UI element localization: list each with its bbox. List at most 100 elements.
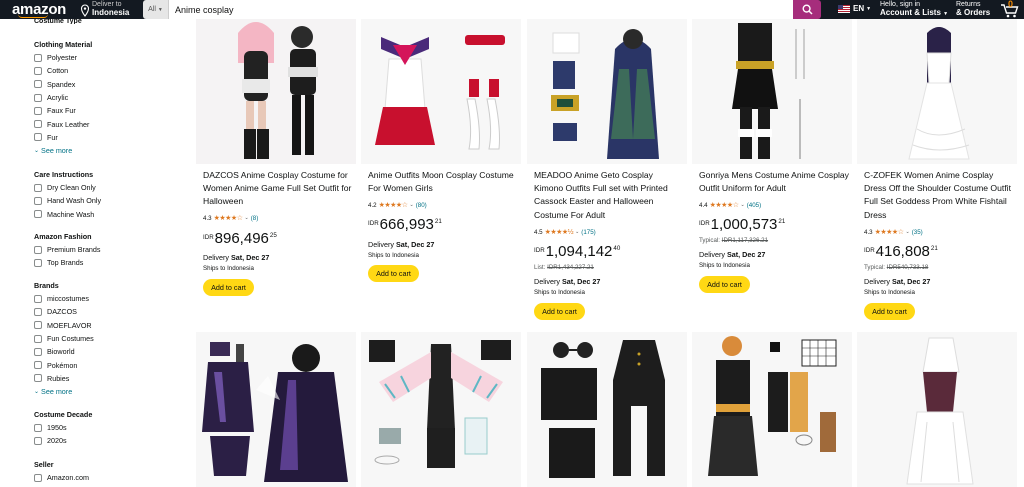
filter-option[interactable]: Fun Costumes bbox=[34, 332, 184, 345]
review-count[interactable]: (175) bbox=[581, 229, 595, 236]
rating-value: 4.4 bbox=[699, 201, 708, 209]
checkbox[interactable] bbox=[34, 196, 42, 205]
checkbox[interactable] bbox=[34, 436, 42, 445]
filter-option[interactable]: Fur bbox=[34, 131, 184, 144]
checkbox[interactable] bbox=[34, 473, 42, 482]
product-title[interactable]: DAZCOS Anime Cosplay Costume for Women A… bbox=[203, 169, 353, 209]
checkbox[interactable] bbox=[34, 183, 42, 192]
filter-option[interactable]: miccostumes bbox=[34, 292, 184, 305]
filter-option[interactable]: Dry Clean Only bbox=[34, 181, 184, 194]
add-to-cart-button[interactable]: Add to cart bbox=[203, 279, 254, 296]
checkbox[interactable] bbox=[34, 53, 42, 62]
cart-button[interactable]: 0 bbox=[999, 0, 1021, 19]
filter-option[interactable]: Top Brands bbox=[34, 256, 184, 269]
product-image[interactable] bbox=[361, 332, 521, 487]
filter-option[interactable]: 1950s bbox=[34, 421, 184, 434]
product-rating[interactable]: 4.2 ★★★★☆ ⌄ (80) bbox=[368, 201, 427, 210]
filter-option[interactable]: Rubies bbox=[34, 372, 184, 385]
filter-option[interactable]: Hand Wash Only bbox=[34, 194, 184, 207]
filter-option[interactable]: Machine Wash bbox=[34, 208, 184, 221]
product-price[interactable]: IDR 896,496 25 bbox=[203, 231, 277, 246]
amazon-logo[interactable]: amazon bbox=[12, 0, 66, 19]
filter-option[interactable]: Spandex bbox=[34, 78, 184, 91]
review-count[interactable]: (405) bbox=[747, 202, 761, 209]
product-image[interactable] bbox=[196, 332, 356, 487]
add-to-cart-button[interactable]: Add to cart bbox=[699, 276, 750, 293]
product-image[interactable] bbox=[857, 19, 1017, 164]
checkbox[interactable] bbox=[34, 106, 42, 115]
product-image[interactable] bbox=[692, 19, 852, 164]
product-image[interactable] bbox=[527, 19, 687, 164]
filter-option[interactable]: Premium Brands bbox=[34, 243, 184, 256]
product-image[interactable] bbox=[196, 19, 356, 164]
costume-photo bbox=[527, 332, 687, 487]
checkbox[interactable] bbox=[34, 93, 42, 102]
filter-heading: Costume Decade bbox=[34, 410, 93, 419]
product-title[interactable]: Anime Outfits Moon Cosplay Costume For W… bbox=[368, 169, 518, 195]
filter-option[interactable]: Bioworld bbox=[34, 345, 184, 358]
checkbox[interactable] bbox=[34, 245, 42, 254]
filter-option[interactable]: Faux Leather bbox=[34, 117, 184, 130]
product-card: Gonriya Mens Costume Anime Cosplay Outfi… bbox=[692, 19, 852, 329]
checkbox[interactable] bbox=[34, 120, 42, 129]
checkbox[interactable] bbox=[34, 307, 42, 316]
search-category-dropdown[interactable]: All ▼ bbox=[143, 0, 169, 19]
product-title[interactable]: MEADOO Anime Geto Cosplay Kimono Outfits… bbox=[534, 169, 684, 222]
checkbox[interactable] bbox=[34, 334, 42, 343]
product-rating[interactable]: 4.5 ★★★★½ ⌄ (175) bbox=[534, 228, 596, 237]
checkbox[interactable] bbox=[34, 423, 42, 432]
filter-option[interactable]: 2020s bbox=[34, 434, 184, 447]
checkbox[interactable] bbox=[34, 210, 42, 219]
costume-photo bbox=[857, 332, 1017, 487]
product-price[interactable]: IDR 1,000,573 21 bbox=[699, 217, 785, 232]
checkbox[interactable] bbox=[34, 294, 42, 303]
product-title[interactable]: Gonriya Mens Costume Anime Cosplay Outfi… bbox=[699, 169, 849, 195]
see-more-label: See more bbox=[41, 386, 73, 396]
returns-orders[interactable]: Returns & Orders bbox=[956, 1, 990, 17]
product-price[interactable]: IDR 416,808 21 bbox=[864, 244, 938, 259]
product-price[interactable]: IDR 666,993 21 bbox=[368, 217, 442, 232]
product-image[interactable] bbox=[692, 332, 852, 487]
checkbox[interactable] bbox=[34, 321, 42, 330]
filter-option[interactable]: DAZCOS bbox=[34, 305, 184, 318]
search-input[interactable] bbox=[169, 0, 793, 19]
checkbox[interactable] bbox=[34, 80, 42, 89]
account-lists[interactable]: Hello, sign in Account & Lists ▼ bbox=[880, 1, 948, 18]
checkbox[interactable] bbox=[34, 374, 42, 383]
checkbox[interactable] bbox=[34, 361, 42, 370]
add-to-cart-button[interactable]: Add to cart bbox=[864, 303, 915, 320]
product-price[interactable]: IDR 1,094,142 40 bbox=[534, 244, 620, 259]
filter-heading: Brands bbox=[34, 281, 59, 290]
product-image[interactable] bbox=[857, 332, 1017, 487]
filter-option[interactable]: Faux Fur bbox=[34, 104, 184, 117]
see-more-link[interactable]: ⌄ See more bbox=[34, 385, 184, 397]
product-rating[interactable]: 4.3 ★★★★☆ ⌄ (35) bbox=[864, 228, 923, 237]
checkbox[interactable] bbox=[34, 347, 42, 356]
filter-option-label: Premium Brands bbox=[47, 245, 101, 255]
filter-option[interactable]: Acrylic bbox=[34, 91, 184, 104]
filter-option[interactable]: Polyester bbox=[34, 51, 184, 64]
filter-option-label: Top Brands bbox=[47, 258, 84, 268]
filter-option[interactable]: Amazon.com bbox=[34, 471, 184, 484]
filter-option[interactable]: MOEFLAVOR bbox=[34, 319, 184, 332]
price-fraction: 25 bbox=[269, 232, 277, 239]
filter-option[interactable]: Cotton bbox=[34, 64, 184, 77]
product-title[interactable]: C-ZOFEK Women Anime Cosplay Dress Off th… bbox=[864, 169, 1014, 222]
search-button[interactable] bbox=[793, 0, 821, 19]
filter-option[interactable]: Pokémon bbox=[34, 358, 184, 371]
language-selector[interactable]: EN ▼ bbox=[838, 4, 871, 13]
review-count[interactable]: (80) bbox=[416, 202, 427, 209]
checkbox[interactable] bbox=[34, 258, 42, 267]
review-count[interactable]: (8) bbox=[251, 215, 259, 222]
add-to-cart-button[interactable]: Add to cart bbox=[368, 265, 419, 282]
checkbox[interactable] bbox=[34, 133, 42, 142]
add-to-cart-button[interactable]: Add to cart bbox=[534, 303, 585, 320]
product-rating[interactable]: 4.3 ★★★★☆ ⌄ (8) bbox=[203, 214, 259, 223]
product-image[interactable] bbox=[361, 19, 521, 164]
product-rating[interactable]: 4.4 ★★★★☆ ⌄ (405) bbox=[699, 201, 761, 210]
review-count[interactable]: (35) bbox=[912, 229, 923, 236]
checkbox[interactable] bbox=[34, 66, 42, 75]
product-image[interactable] bbox=[527, 332, 687, 487]
deliver-to[interactable]: Deliver to Indonesia bbox=[80, 1, 129, 18]
see-more-link[interactable]: ⌄ See more bbox=[34, 144, 184, 156]
